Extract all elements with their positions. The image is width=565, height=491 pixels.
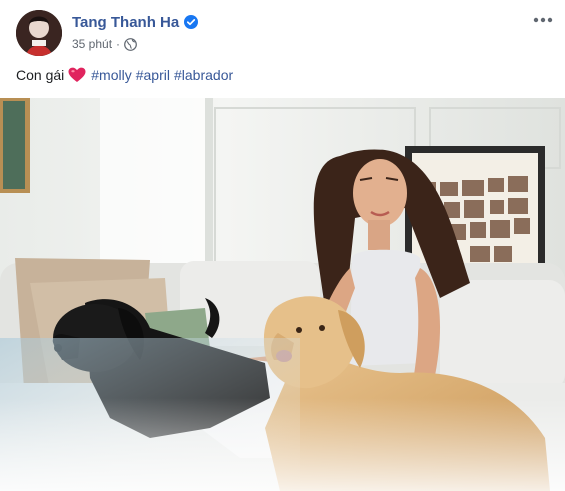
post-header: Tang Thanh Ha 35 phút · (16, 10, 555, 56)
hashtag-link[interactable]: #labrador (174, 66, 233, 84)
more-options-icon[interactable] (531, 10, 555, 30)
post-timestamp[interactable]: 35 phút (72, 37, 112, 51)
photo-image (0, 98, 565, 491)
post-caption: Con gái #molly #april #labrador (16, 66, 237, 84)
author-name[interactable]: Tang Thanh Ha (72, 14, 179, 31)
hashtag-link[interactable]: #april (136, 66, 170, 84)
verified-badge-icon (184, 15, 199, 29)
hashtag-link[interactable]: #molly (91, 66, 131, 84)
avatar-image (16, 10, 62, 56)
feed-post: Tang Thanh Ha 35 phút · Con gái #molly #… (0, 0, 565, 491)
post-photo[interactable] (0, 98, 565, 491)
caption-text: Con gái (16, 67, 65, 83)
globe-icon[interactable] (124, 37, 137, 51)
author-row: Tang Thanh Ha (72, 12, 199, 32)
post-meta: 35 phút · (72, 36, 137, 52)
heart-emoji-icon (68, 67, 86, 83)
author-avatar[interactable] (16, 10, 62, 56)
meta-separator: · (116, 37, 121, 51)
